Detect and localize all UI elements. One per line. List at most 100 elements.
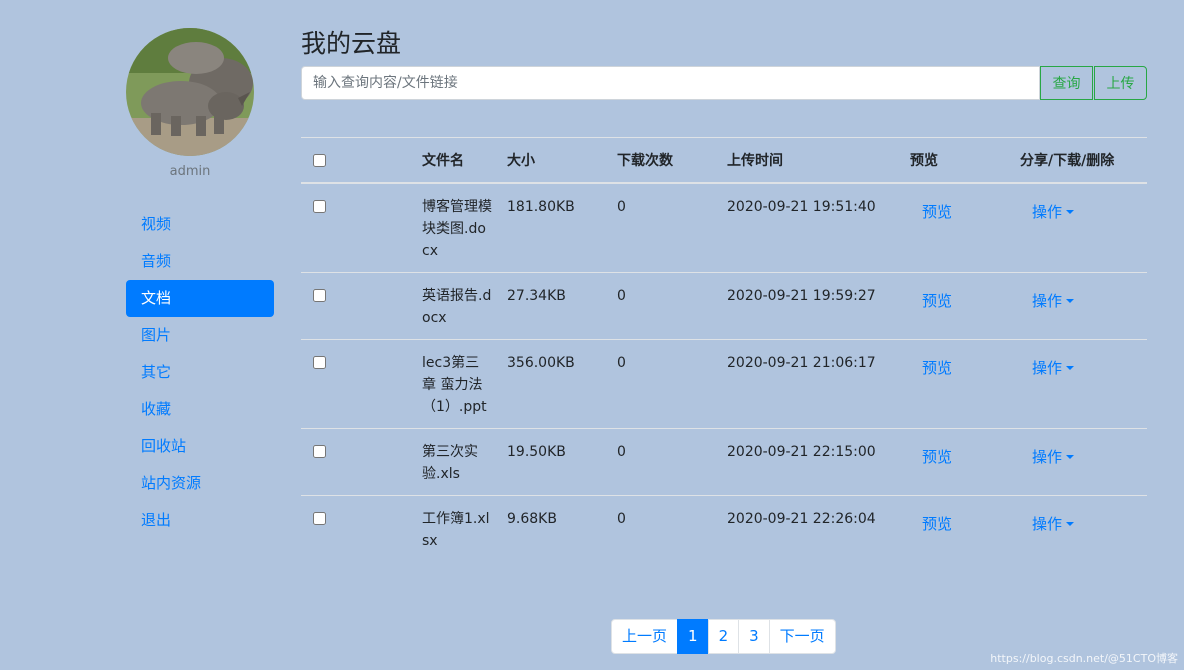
page-title: 我的云盘 — [301, 29, 402, 58]
download-count: 0 — [617, 288, 626, 304]
sidebar-item-logout[interactable]: 退出 — [126, 502, 274, 539]
actions-dropdown[interactable]: 操作 — [1032, 446, 1075, 468]
actions-label: 操作 — [1032, 515, 1063, 533]
file-name: 英语报告.docx — [422, 288, 492, 326]
preview-cell: 预览 — [910, 495, 1020, 562]
pagination: 上一页 1 2 3 下一页 — [611, 619, 836, 654]
preview-link[interactable]: 预览 — [922, 513, 952, 535]
upload-time-cell: 2020-09-21 22:15:00 — [727, 428, 910, 496]
file-name: 第三次实验.xls — [422, 444, 478, 482]
actions-cell: 操作 — [1020, 272, 1147, 340]
upload-time: 2020-09-21 21:06:17 — [727, 355, 876, 371]
row-checkbox[interactable] — [313, 200, 326, 213]
row-checkbox-cell — [301, 182, 422, 273]
header-size: 大小 — [507, 137, 617, 184]
watermark: https://blog.csdn.net/@51CTO博客 — [990, 652, 1178, 665]
sidebar-item-video[interactable]: 视频 — [126, 206, 274, 243]
upload-button[interactable]: 上传 — [1094, 66, 1147, 100]
sidebar: admin 视频 音频 文档 图片 其它 收藏 回收站 站内资源 退出 — [126, 28, 274, 539]
file-name: 博客管理模块类图.docx — [422, 199, 492, 259]
row-checkbox[interactable] — [313, 289, 326, 302]
caret-down-icon — [1066, 299, 1075, 303]
prev-page-button[interactable]: 上一页 — [611, 619, 679, 654]
preview-link[interactable]: 预览 — [922, 446, 952, 468]
row-checkbox[interactable] — [313, 445, 326, 458]
sidebar-item-images[interactable]: 图片 — [126, 317, 274, 354]
file-size-cell: 19.50KB — [507, 428, 617, 496]
file-size: 19.50KB — [507, 444, 566, 460]
next-page-button[interactable]: 下一页 — [768, 619, 836, 654]
actions-label: 操作 — [1032, 448, 1063, 466]
file-name-cell: 英语报告.docx — [422, 272, 507, 340]
page-1-button[interactable]: 1 — [677, 619, 709, 654]
download-count-cell: 0 — [617, 428, 727, 496]
file-size: 356.00KB — [507, 355, 575, 371]
table-row: 英语报告.docx 27.34KB 0 2020-09-21 19:59:27 预览 操作 — [301, 272, 1147, 340]
preview-cell: 预览 — [910, 428, 1020, 496]
upload-time-cell: 2020-09-21 21:06:17 — [727, 339, 910, 429]
row-checkbox-cell — [301, 495, 422, 562]
table-row: lec3第三章 蛮力法（1）.ppt 356.00KB 0 2020-09-21 21… — [301, 339, 1147, 429]
rhino-photo-icon — [126, 28, 254, 156]
file-size-cell: 356.00KB — [507, 339, 617, 429]
search-button[interactable]: 查询 — [1040, 66, 1094, 100]
select-all-checkbox[interactable] — [313, 153, 326, 167]
download-count-cell: 0 — [617, 339, 727, 429]
file-name-cell: 工作簿1.xlsx — [422, 495, 507, 562]
download-count-cell: 0 — [617, 182, 727, 273]
preview-link[interactable]: 预览 — [922, 290, 952, 312]
actions-dropdown[interactable]: 操作 — [1032, 201, 1075, 223]
search-bar: 查询 上传 — [301, 66, 1147, 100]
select-all-cell — [301, 137, 422, 184]
upload-time: 2020-09-21 22:15:00 — [727, 444, 876, 460]
actions-label: 操作 — [1032, 292, 1063, 310]
actions-cell: 操作 — [1020, 495, 1147, 562]
header-downloads: 下载次数 — [617, 137, 727, 184]
search-input[interactable] — [301, 66, 1041, 100]
avatar — [126, 28, 254, 156]
caret-down-icon — [1066, 522, 1075, 526]
table-row: 博客管理模块类图.docx 181.80KB 0 2020-09-21 19:51:4… — [301, 182, 1147, 273]
preview-link[interactable]: 预览 — [922, 357, 952, 379]
sidebar-item-favorites[interactable]: 收藏 — [126, 391, 274, 428]
file-name: 工作簿1.xlsx — [422, 511, 490, 549]
sidebar-item-site-resources[interactable]: 站内资源 — [126, 465, 274, 502]
sidebar-item-documents[interactable]: 文档 — [126, 280, 274, 317]
preview-cell: 预览 — [910, 182, 1020, 273]
sidebar-nav: 视频 音频 文档 图片 其它 收藏 回收站 站内资源 退出 — [126, 206, 274, 539]
sidebar-item-recycle-bin[interactable]: 回收站 — [126, 428, 274, 465]
page-3-button[interactable]: 3 — [738, 619, 770, 654]
header-upload-time: 上传时间 — [727, 137, 910, 184]
row-checkbox-cell — [301, 272, 422, 340]
actions-cell: 操作 — [1020, 428, 1147, 496]
actions-label: 操作 — [1032, 359, 1063, 377]
download-count-cell: 0 — [617, 495, 727, 562]
sidebar-item-audio[interactable]: 音频 — [126, 243, 274, 280]
row-checkbox[interactable] — [313, 356, 326, 369]
actions-dropdown[interactable]: 操作 — [1032, 357, 1075, 379]
file-size: 27.34KB — [507, 288, 566, 304]
actions-dropdown[interactable]: 操作 — [1032, 290, 1075, 312]
file-size-cell: 27.34KB — [507, 272, 617, 340]
preview-link[interactable]: 预览 — [922, 201, 952, 223]
file-size-cell: 9.68KB — [507, 495, 617, 562]
upload-time: 2020-09-21 22:26:04 — [727, 511, 876, 527]
upload-time-cell: 2020-09-21 19:51:40 — [727, 182, 910, 273]
header-filename: 文件名 — [422, 137, 507, 184]
download-count: 0 — [617, 444, 626, 460]
upload-time-cell: 2020-09-21 19:59:27 — [727, 272, 910, 340]
caret-down-icon — [1066, 366, 1075, 370]
actions-cell: 操作 — [1020, 182, 1147, 273]
actions-label: 操作 — [1032, 203, 1063, 221]
sidebar-item-other[interactable]: 其它 — [126, 354, 274, 391]
caret-down-icon — [1066, 210, 1075, 214]
table-row: 第三次实验.xls 19.50KB 0 2020-09-21 22:15:00 预览 操作 — [301, 428, 1147, 496]
table-header-row: 文件名 大小 下载次数 上传时间 预览 分享/下载/删除 — [301, 137, 1147, 184]
page-2-button[interactable]: 2 — [707, 619, 740, 654]
download-count-cell: 0 — [617, 272, 727, 340]
download-count: 0 — [617, 199, 626, 215]
actions-dropdown[interactable]: 操作 — [1032, 513, 1075, 535]
upload-time: 2020-09-21 19:51:40 — [727, 199, 876, 215]
file-name-cell: 第三次实验.xls — [422, 428, 507, 496]
row-checkbox[interactable] — [313, 512, 326, 525]
